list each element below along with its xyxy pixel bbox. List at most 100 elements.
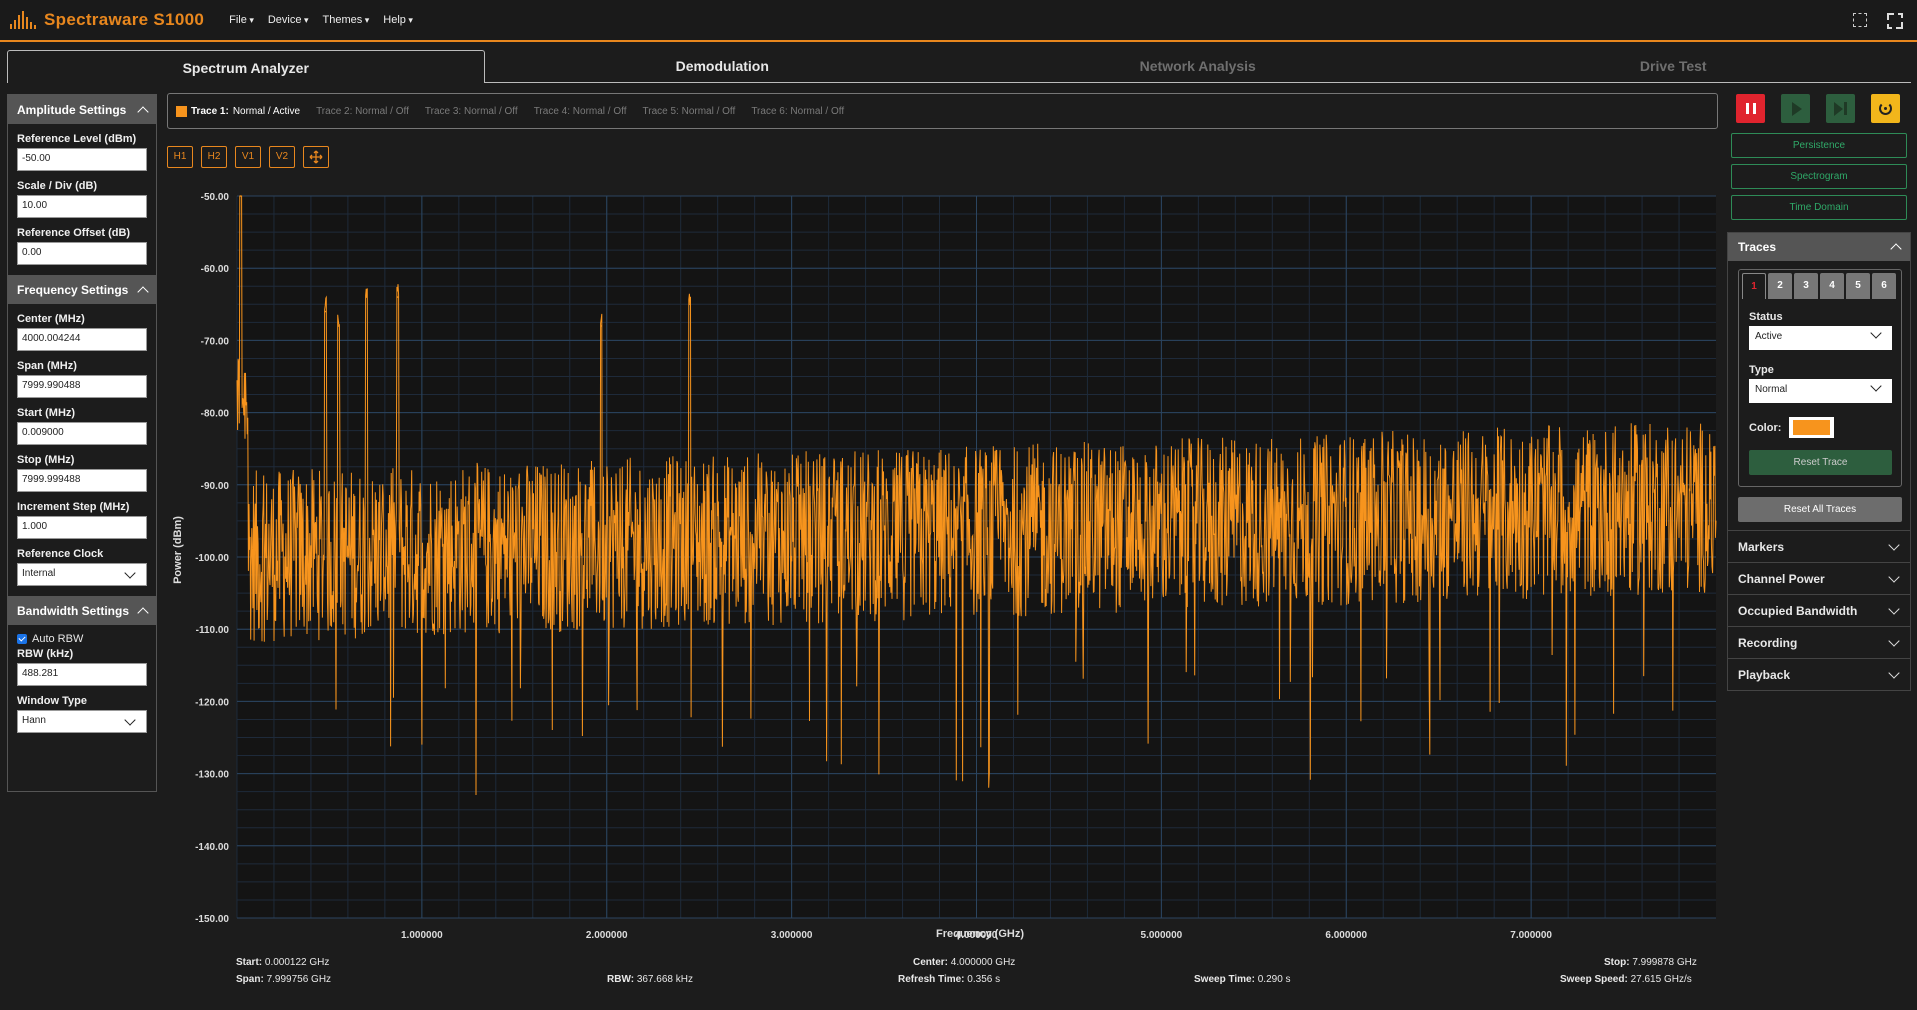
spectrum-plot[interactable]: -50.00 -60.00 -70.00 -80.00 -90.00 -100.00 -11… — [165, 180, 1723, 945]
rbw-label: RBW (kHz) — [17, 648, 74, 660]
stop-input[interactable]: 7999.999488 — [17, 469, 147, 492]
amplitude-settings-title: Amplitude Settings — [17, 102, 127, 117]
menu-file[interactable]: File — [229, 14, 254, 26]
spectrum-chart[interactable]: -50.00 -60.00 -70.00 -80.00 -90.00 -100.00 -11… — [165, 180, 1723, 945]
spectrogram-button[interactable]: Spectrogram — [1731, 164, 1907, 189]
y-tick-label: -80.00 — [201, 409, 230, 420]
tab-network-analysis[interactable]: Network Analysis — [960, 49, 1436, 82]
channel-power-section[interactable]: Channel Power — [1728, 562, 1910, 594]
trace-6-name: Trace 6: — [751, 105, 788, 117]
status-center: Center: 4.000000 GHz — [913, 957, 1016, 968]
trace-tab-3[interactable]: 3 — [1794, 273, 1818, 299]
trace-6-state: Normal / Off — [790, 105, 845, 117]
trace-status-bar: Trace 1: Normal / Active Trace 2: Normal… — [167, 93, 1718, 129]
trace-2-status[interactable]: Trace 2: Normal / Off — [316, 106, 409, 117]
trace-5-status[interactable]: Trace 5: Normal / Off — [643, 106, 736, 117]
bandwidth-settings-title: Bandwidth Settings — [17, 603, 129, 618]
pause-button[interactable] — [1736, 94, 1765, 123]
single-sweep-button[interactable] — [1826, 94, 1855, 123]
stop-label: Stop (MHz) — [17, 454, 75, 466]
play-button[interactable] — [1781, 94, 1810, 123]
chevron-down-icon — [1888, 634, 1900, 647]
status-start: Start: 0.000122 GHz — [236, 957, 330, 968]
chevron-down-icon — [1888, 602, 1900, 615]
increment-step-input[interactable]: 1.000 — [17, 516, 147, 539]
recording-section[interactable]: Recording — [1728, 626, 1910, 658]
reference-clock-select[interactable]: Internal — [17, 563, 147, 586]
chevron-up-icon — [137, 105, 149, 118]
tab-drive-test[interactable]: Drive Test — [1436, 49, 1912, 82]
status-refresh-time: Refresh Time: 0.356 s — [898, 974, 1001, 985]
scale-div-input[interactable]: 10.00 — [17, 195, 147, 218]
settings-panel: Amplitude Settings Reference Level (dBm)… — [7, 94, 157, 792]
trace-tab-4[interactable]: 4 — [1820, 273, 1844, 299]
auto-rbw-checkbox[interactable]: Auto RBW — [8, 633, 156, 645]
trace-1-name: Trace 1: — [191, 105, 229, 117]
tab-spectrum-analyzer[interactable]: Spectrum Analyzer — [7, 50, 485, 83]
center-label: Center (MHz) — [17, 313, 85, 325]
trace-1-state: Normal / Active — [232, 105, 301, 117]
playback-section[interactable]: Playback — [1728, 658, 1910, 690]
trace-status-value: Active — [1755, 331, 1783, 342]
rbw-input[interactable]: 488.281 — [17, 663, 147, 686]
h2-line-button[interactable]: H2 — [201, 146, 227, 168]
traces-header[interactable]: Traces — [1728, 233, 1910, 261]
frequency-settings-header[interactable]: Frequency Settings — [8, 275, 156, 304]
ref-offset-input[interactable]: 0.00 — [17, 242, 147, 265]
trace-peak-point — [600, 325, 602, 327]
time-domain-button[interactable]: Time Domain — [1731, 195, 1907, 220]
menu-device[interactable]: Device — [268, 14, 309, 26]
window-type-select[interactable]: Hann — [17, 710, 147, 733]
reference-clock-value: Internal — [22, 568, 56, 579]
v2-line-button[interactable]: V2 — [269, 146, 295, 168]
y-tick-label: -120.00 — [195, 697, 229, 708]
tab-demodulation[interactable]: Demodulation — [485, 49, 961, 82]
y-tick-label: -90.00 — [201, 481, 230, 492]
trace-6-status[interactable]: Trace 6: Normal / Off — [751, 106, 844, 117]
fullscreen-icon[interactable] — [1887, 13, 1903, 29]
h1-line-button[interactable]: H1 — [167, 146, 193, 168]
trace-type-select[interactable]: Normal — [1749, 379, 1892, 403]
trace-type-label: Type — [1749, 364, 1774, 376]
markers-section[interactable]: Markers — [1728, 530, 1910, 562]
trace-3-status[interactable]: Trace 3: Normal / Off — [425, 106, 518, 117]
persistence-button[interactable]: Persistence — [1731, 133, 1907, 158]
trace-4-status[interactable]: Trace 4: Normal / Off — [534, 106, 627, 117]
menu-help[interactable]: Help — [383, 14, 413, 26]
menu-themes[interactable]: Themes — [323, 14, 370, 26]
screenshot-select-icon[interactable] — [1853, 13, 1867, 27]
chevron-down-icon — [124, 714, 136, 726]
logo-icon — [10, 11, 36, 29]
trace-5-state: Normal / Off — [681, 105, 736, 117]
trace-color-picker[interactable] — [1789, 417, 1835, 438]
traces-side-panel: Traces 1 2 3 4 5 6 Status Active Type No… — [1727, 232, 1911, 691]
center-input[interactable]: 4000.004244 — [17, 328, 147, 351]
span-input[interactable]: 7999.990488 — [17, 375, 147, 398]
y-tick-label: -50.00 — [201, 192, 230, 203]
trace-tab-1[interactable]: 1 — [1742, 273, 1766, 299]
trace-1-status[interactable]: Trace 1: Normal / Active — [176, 105, 301, 117]
bandwidth-settings-header[interactable]: Bandwidth Settings — [8, 596, 156, 625]
top-bar: Spectraware S1000 File Device Themes Hel… — [0, 0, 1917, 42]
start-input[interactable]: 0.009000 — [17, 422, 147, 445]
chevron-up-icon — [137, 606, 149, 619]
trace-tab-2[interactable]: 2 — [1768, 273, 1792, 299]
trace-tab-6[interactable]: 6 — [1872, 273, 1896, 299]
restart-button[interactable] — [1871, 94, 1900, 123]
trace-tab-5[interactable]: 5 — [1846, 273, 1870, 299]
trace-peak-point — [397, 296, 399, 298]
reset-all-traces-button[interactable]: Reset All Traces — [1738, 497, 1902, 522]
trace-status-select[interactable]: Active — [1749, 326, 1892, 350]
reset-trace-button[interactable]: Reset Trace — [1749, 450, 1892, 475]
v1-line-button[interactable]: V1 — [235, 146, 261, 168]
ref-level-input[interactable]: -50.00 — [17, 148, 147, 171]
amplitude-settings-header[interactable]: Amplitude Settings — [8, 95, 156, 124]
markers-title: Markers — [1738, 539, 1785, 554]
chevron-down-icon — [1870, 380, 1882, 392]
main-tabs: Spectrum Analyzer Demodulation Network A… — [7, 49, 1911, 83]
y-tick-label: -150.00 — [195, 914, 229, 925]
sweep-controls — [1736, 94, 1900, 123]
pan-move-button[interactable] — [303, 146, 329, 168]
occupied-bandwidth-section[interactable]: Occupied Bandwidth — [1728, 594, 1910, 626]
ref-level-label: Reference Level (dBm) — [17, 133, 137, 145]
